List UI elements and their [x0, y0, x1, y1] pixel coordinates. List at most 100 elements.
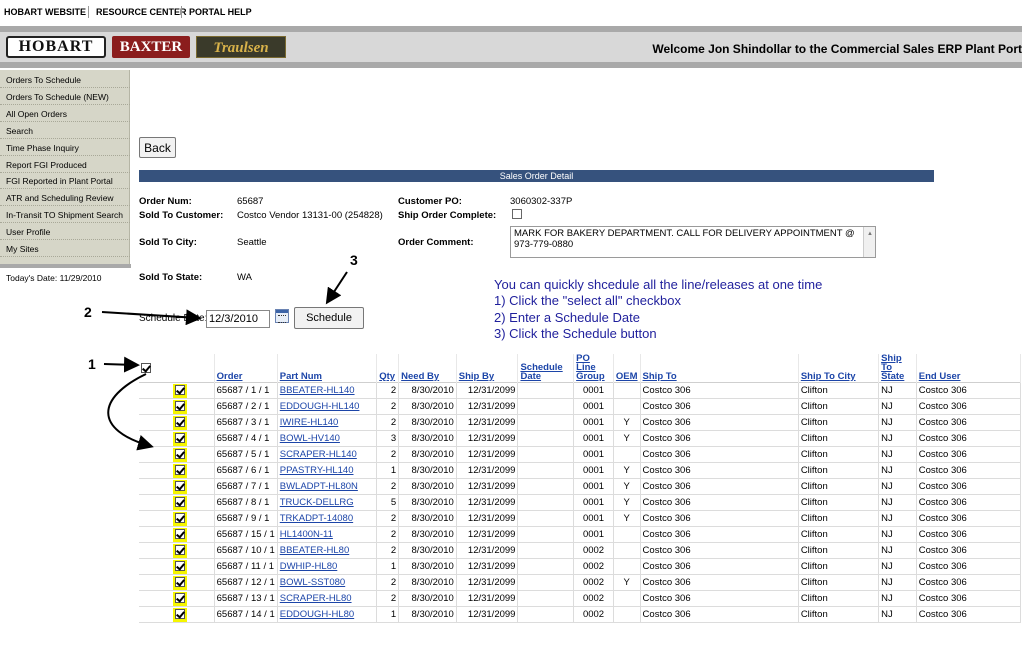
part-num-link-text[interactable]: BBEATER-HL80 [280, 545, 350, 556]
row-checkbox-highlight [173, 559, 187, 574]
part-num-link-text[interactable]: BBEATER-HL140 [280, 385, 355, 396]
row-checkbox[interactable] [175, 560, 185, 571]
part-num-link-text[interactable]: DWHIP-HL80 [280, 561, 338, 572]
select-all-checkbox[interactable] [141, 362, 151, 373]
part-num-link[interactable]: PPASTRY-HL140 [277, 462, 378, 479]
schedule-button[interactable]: Schedule [294, 307, 364, 329]
column-header-qty[interactable]: Qty [376, 354, 400, 383]
ship-to-state-cell: NJ [878, 526, 917, 543]
column-header-end-user[interactable]: End User [916, 354, 1022, 383]
column-header-po-line-group[interactable]: PO Line Group [573, 354, 614, 383]
part-num-link[interactable]: EDDOUGH-HL140 [277, 398, 378, 415]
column-header-order[interactable]: Order [214, 354, 278, 383]
oem-cell: Y [613, 462, 641, 479]
portal-help-link[interactable]: PORTAL HELP [189, 7, 252, 17]
ship-order-complete-checkbox[interactable] [512, 209, 522, 219]
row-checkbox[interactable] [175, 592, 185, 603]
column-header-schedule-date[interactable]: Schedule Date [517, 354, 575, 383]
sidebar-item-search[interactable]: Search [0, 123, 130, 139]
sidebar-item-time-phase-inquiry[interactable]: Time Phase Inquiry [0, 140, 130, 156]
row-checkbox[interactable] [175, 384, 185, 395]
part-num-link-text[interactable]: PPASTRY-HL140 [280, 465, 354, 476]
part-num-link-text[interactable]: EDDOUGH-HL140 [280, 401, 360, 412]
po-line-group-cell: 0001 [573, 462, 614, 479]
row-checkbox[interactable] [175, 416, 185, 427]
part-num-link-text[interactable]: SCRAPER-HL80 [280, 593, 352, 604]
column-header-ship-to-city[interactable]: Ship To City [798, 354, 880, 383]
part-num-link-text[interactable]: TRKADPT-14080 [280, 513, 353, 524]
ship-to-city-cell: Clifton [798, 462, 880, 479]
sidebar-item-my-sites[interactable]: My Sites [0, 241, 130, 257]
row-checkbox[interactable] [175, 496, 185, 507]
row-checkbox[interactable] [175, 432, 185, 443]
part-num-link-text[interactable]: HL1400N-11 [280, 529, 333, 540]
sidebar-item-atr-scheduling-review[interactable]: ATR and Scheduling Review [0, 190, 130, 206]
order-cell: 65687 / 8 / 1 [214, 494, 278, 511]
part-num-link-text[interactable]: TRUCK-DELLRG [280, 497, 354, 508]
column-header-oem[interactable]: OEM [613, 354, 641, 383]
table-row: 65687 / 1 / 1 BBEATER-HL140 2 8/30/2010 12/3… [139, 382, 1022, 399]
ship-to-state-cell: NJ [878, 542, 917, 559]
sidebar-item-all-open-orders[interactable]: All Open Orders [0, 106, 130, 122]
part-num-link[interactable]: EDDOUGH-HL80 [277, 606, 378, 623]
part-num-link[interactable]: TRUCK-DELLRG [277, 494, 378, 511]
sidebar-item-fgi-reported[interactable]: FGI Reported in Plant Portal [0, 173, 130, 189]
hobart-website-link[interactable]: HOBART WEBSITE [4, 7, 86, 17]
row-checkbox[interactable] [175, 528, 185, 539]
row-checkbox[interactable] [175, 448, 185, 459]
schedule-date-input[interactable] [206, 310, 270, 328]
sidebar-item-report-fgi-produced[interactable]: Report FGI Produced [0, 157, 130, 173]
part-num-link[interactable]: DWHIP-HL80 [277, 558, 378, 575]
part-num-link[interactable]: BBEATER-HL80 [277, 542, 378, 559]
resource-center-link[interactable]: RESOURCE CENTER [96, 7, 187, 17]
todays-date: Today's Date: 11/29/2010 [6, 273, 102, 283]
row-checkbox[interactable] [175, 544, 185, 555]
ship-to-cell: Costco 306 [640, 414, 799, 431]
column-header-part-num[interactable]: Part Num [277, 354, 378, 383]
part-num-link-text[interactable]: BWLADPT-HL80N [280, 481, 358, 492]
qty-cell: 2 [376, 510, 400, 527]
order-cell: 65687 / 10 / 1 [214, 542, 278, 559]
part-num-link[interactable]: SCRAPER-HL80 [277, 590, 378, 607]
row-checkbox[interactable] [175, 576, 185, 587]
column-header-ship-by[interactable]: Ship By [456, 354, 519, 383]
back-button[interactable]: Back [139, 137, 176, 158]
ship-to-state-cell: NJ [878, 382, 917, 399]
part-num-link-text[interactable]: BOWL-SST080 [280, 577, 345, 588]
sidebar-item-user-profile[interactable]: User Profile [0, 224, 130, 240]
row-checkbox[interactable] [175, 512, 185, 523]
row-checkbox[interactable] [175, 464, 185, 475]
sidebar-item-orders-to-schedule[interactable]: Orders To Schedule [0, 72, 130, 88]
comment-scrollbar[interactable]: ▲ [863, 227, 875, 257]
hobart-logo[interactable]: HOBART [6, 36, 106, 58]
customer-po-label: Customer PO: [398, 196, 462, 207]
order-cell: 65687 / 2 / 1 [214, 398, 278, 415]
sidebar-item-orders-to-schedule-new[interactable]: Orders To Schedule (NEW) [0, 89, 130, 105]
sidebar-item-in-transit-search[interactable]: In-Transit TO Shipment Search [0, 207, 130, 223]
ship-to-state-cell: NJ [878, 494, 917, 511]
row-checkbox[interactable] [175, 400, 185, 411]
part-num-link[interactable]: BWLADPT-HL80N [277, 478, 378, 495]
part-num-link[interactable]: HL1400N-11 [277, 526, 378, 543]
qty-cell: 2 [376, 382, 400, 399]
order-comment-field[interactable]: MARK FOR BAKERY DEPARTMENT. CALL FOR DEL… [510, 226, 876, 258]
part-num-link-text[interactable]: EDDOUGH-HL80 [280, 609, 354, 620]
part-num-link-text[interactable]: SCRAPER-HL140 [280, 449, 357, 460]
traulsen-logo[interactable]: Traulsen [196, 36, 286, 58]
column-header-ship-to[interactable]: Ship To [640, 354, 799, 383]
part-num-link[interactable]: IWIRE-HL140 [277, 414, 378, 431]
calendar-icon[interactable] [275, 309, 289, 323]
row-checkbox[interactable] [175, 608, 185, 619]
part-num-link[interactable]: SCRAPER-HL140 [277, 446, 378, 463]
part-num-link-text[interactable]: BOWL-HV140 [280, 433, 340, 444]
column-header-ship-to-state[interactable]: Ship To State [878, 354, 917, 383]
baxter-logo[interactable]: BAXTER [112, 36, 190, 58]
part-num-link[interactable]: TRKADPT-14080 [277, 510, 378, 527]
part-num-link[interactable]: BOWL-SST080 [277, 574, 378, 591]
end-user-cell: Costco 306 [916, 462, 1022, 479]
column-header-need-by[interactable]: Need By [398, 354, 457, 383]
row-checkbox[interactable] [175, 480, 185, 491]
part-num-link[interactable]: BBEATER-HL140 [277, 382, 378, 399]
part-num-link-text[interactable]: IWIRE-HL140 [280, 417, 339, 428]
part-num-link[interactable]: BOWL-HV140 [277, 430, 378, 447]
